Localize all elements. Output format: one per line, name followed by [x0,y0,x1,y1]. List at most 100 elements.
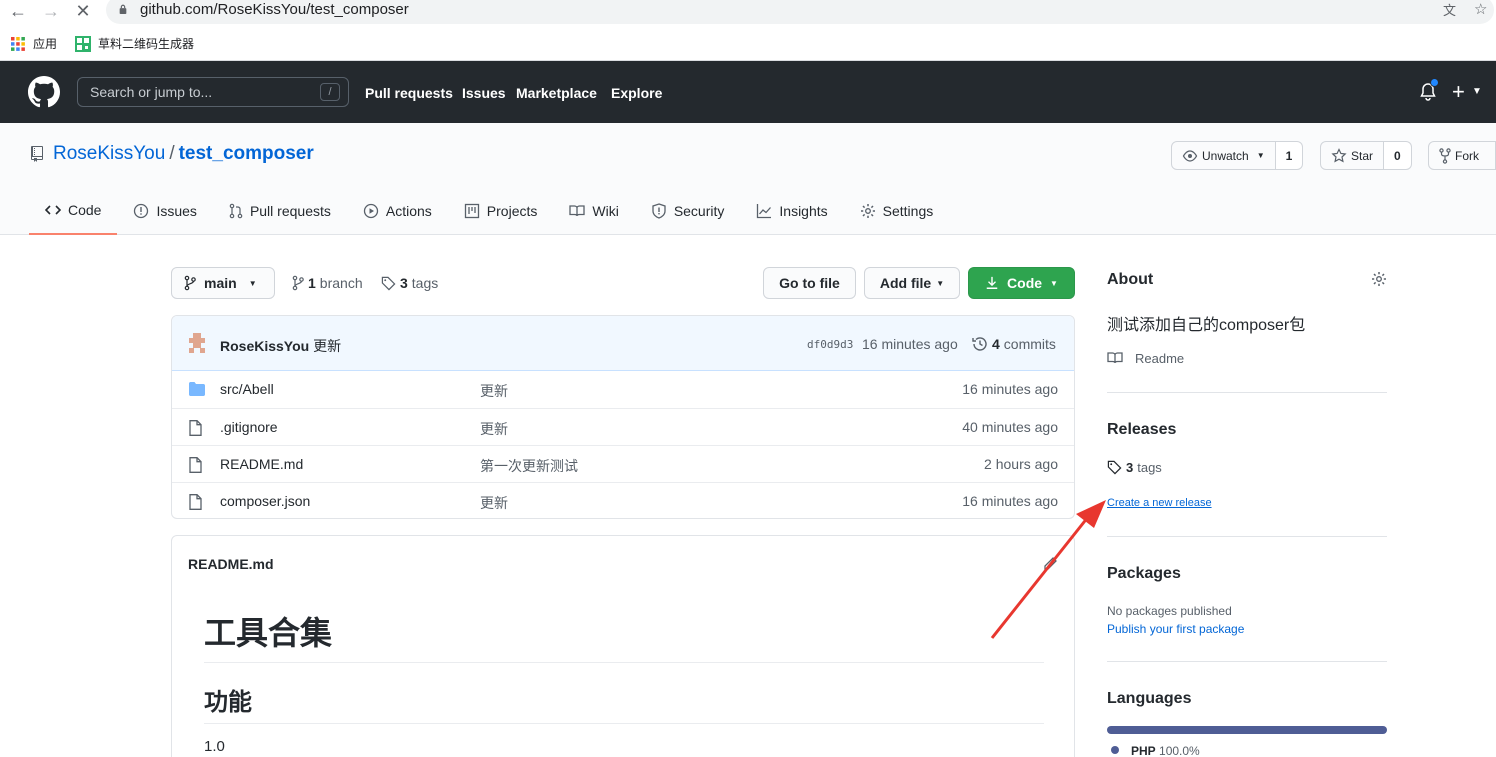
file-commit-message[interactable]: 更新 [480,419,508,439]
stop-loading-icon[interactable]: ✕ [71,0,95,22]
caret-down-icon: ▼ [1050,278,1058,288]
divider [1107,536,1387,537]
language-item[interactable]: PHP 100.0% [1131,744,1411,757]
avatar[interactable] [186,333,208,355]
back-icon[interactable]: ← [6,0,30,22]
qrcode-icon [75,35,91,52]
tab-label: Insights [779,203,828,219]
commit-sha[interactable]: df0d9d3 [807,338,853,351]
tab-actions[interactable]: Actions [347,187,448,235]
tab-pull-requests[interactable]: Pull requests [213,187,347,235]
releases-title[interactable]: Releases [1107,421,1387,439]
tag-count: 3 [400,275,408,291]
address-bar[interactable]: github.com/RoseKissYou/test_composer 文 ☆ [106,0,1494,24]
file-name[interactable]: composer.json [220,493,310,509]
unwatch-button[interactable]: Unwatch ▼ [1171,141,1276,170]
readme-panel: README.md 工具合集 功能 1.0 [171,535,1075,757]
commits-link[interactable]: 4 commits [972,336,1056,352]
repo-tabs: Code Issues Pull requests Actions Projec… [29,187,949,235]
fork-group: Fork [1428,141,1496,170]
language-bar [1107,726,1387,734]
unwatch-label: Unwatch [1202,148,1249,163]
tab-wiki[interactable]: Wiki [553,187,634,235]
branch-icon [292,275,304,291]
nav-marketplace[interactable]: Marketplace [516,85,597,101]
tab-label: Wiki [592,203,619,219]
bookmark-apps[interactable]: 应用 [10,35,57,52]
lock-icon [119,4,127,14]
file-time: 40 minutes ago [962,419,1058,435]
search-input[interactable]: Search or jump to... / [77,77,349,107]
code-download-button[interactable]: Code ▼ [968,267,1075,299]
repo-owner-link[interactable]: RoseKissYou [53,143,165,164]
translate-icon[interactable]: 文 [1443,0,1456,19]
table-row[interactable]: src/Abell 更新 16 minutes ago [172,371,1074,408]
go-to-file-button[interactable]: Go to file [763,267,856,299]
tab-insights[interactable]: Insights [740,187,843,235]
file-name[interactable]: .gitignore [220,419,278,435]
commit-author[interactable]: RoseKissYou 更新 [220,336,341,356]
tab-label: Security [673,203,725,219]
branch-count: 1 [308,275,316,291]
github-logo-icon[interactable] [28,76,60,108]
folder-icon [189,382,205,396]
branches-link[interactable]: 1 branch [292,275,363,291]
star-label: Star [1351,148,1374,163]
star-count[interactable]: 0 [1384,141,1412,170]
eye-icon [1182,149,1198,162]
table-row[interactable]: .gitignore 更新 40 minutes ago [172,408,1074,445]
plus-icon[interactable]: + [1452,79,1465,105]
commit-author-name: RoseKissYou [220,338,310,354]
tab-settings[interactable]: Settings [844,187,950,235]
tag-icon [381,276,396,290]
file-name[interactable]: src/Abell [220,381,274,397]
readme-link[interactable]: Readme [1107,350,1387,366]
add-file-label: Add file [879,275,932,291]
commit-time: 16 minutes ago [862,336,958,352]
file-commit-message[interactable]: 第一次更新测试 [480,456,578,476]
table-row[interactable]: composer.json 更新 16 minutes ago [172,482,1074,518]
star-button[interactable]: Star [1320,141,1385,170]
tab-issues[interactable]: Issues [117,187,212,235]
file-commit-message[interactable]: 更新 [480,381,508,401]
forward-icon[interactable]: → [39,0,63,22]
tags-link[interactable]: 3 tags [1107,460,1387,475]
tab-code[interactable]: Code [29,187,118,235]
gear-icon[interactable] [1371,271,1387,287]
graph-icon [757,204,772,219]
tab-security[interactable]: Security [635,187,741,235]
watch-group: Unwatch ▼ 1 [1171,141,1304,170]
repo-name-link[interactable]: test_composer [179,143,314,164]
fork-button[interactable]: Fork [1428,141,1496,170]
star-group: Star 0 [1320,141,1412,170]
add-file-button[interactable]: Add file ▼ [864,267,960,299]
book-icon [1107,352,1123,364]
file-commit-message[interactable]: 更新 [480,493,508,513]
file-time: 16 minutes ago [962,381,1058,397]
fork-label: Fork [1455,148,1479,163]
tags-word: tags [1137,460,1162,475]
tags-link[interactable]: 3 tags [381,275,438,291]
bookmark-star-icon[interactable]: ☆ [1474,0,1487,18]
publish-package-link[interactable]: Publish your first package [1107,622,1387,636]
history-icon [972,337,987,351]
table-row[interactable]: README.md 第一次更新测试 2 hours ago [172,445,1074,482]
tab-projects[interactable]: Projects [448,187,554,235]
play-circle-icon [363,203,379,219]
repo-title: RoseKissYou / test_composer [53,143,314,165]
branch-name: main [204,275,237,291]
nav-explore[interactable]: Explore [611,85,662,101]
watch-count[interactable]: 1 [1275,141,1304,170]
nav-pull-requests[interactable]: Pull requests [365,85,453,101]
bookmark-qrcode[interactable]: 草料二维码生成器 [75,35,194,52]
nav-issues[interactable]: Issues [462,85,506,101]
packages-title[interactable]: Packages [1107,565,1387,583]
create-release-link[interactable]: Create a new release [1107,497,1387,509]
caret-down-icon: ▼ [248,278,257,288]
file-name[interactable]: README.md [220,456,303,472]
star-icon [1331,147,1347,162]
readme-heading-2: 功能 [204,682,1044,724]
commit-message[interactable]: 更新 [313,338,341,354]
branch-select-button[interactable]: main ▼ [171,267,275,299]
url-text: github.com/RoseKissYou/test_composer [140,1,409,18]
